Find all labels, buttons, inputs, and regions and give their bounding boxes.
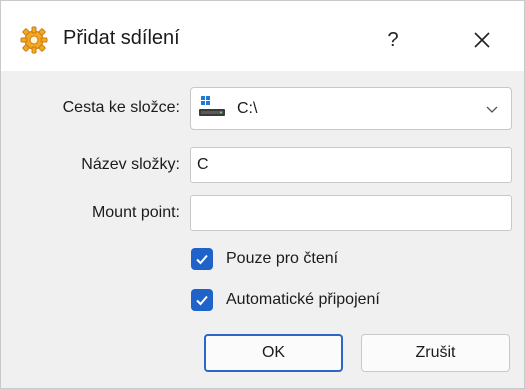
gear-share-icon: [19, 25, 49, 55]
cancel-button[interactable]: Zrušit: [361, 334, 510, 372]
folder-path-label: Cesta ke složce:: [62, 99, 180, 116]
close-button[interactable]: [457, 23, 507, 57]
mount-point-label: Mount point:: [91, 204, 180, 221]
chevron-down-icon[interactable]: [485, 102, 499, 116]
window-title: Přidat sdílení: [63, 27, 180, 49]
close-icon: [474, 32, 490, 48]
readonly-label[interactable]: Pouze pro čtení: [226, 250, 338, 268]
readonly-checkbox[interactable]: [191, 248, 213, 270]
mount-point-field[interactable]: [190, 195, 512, 231]
automount-label[interactable]: Automatické připojení: [226, 291, 380, 309]
add-share-dialog: Přidat sdílení ? Cesta ke složce: C:\ Ná…: [0, 0, 525, 389]
automount-checkbox[interactable]: [191, 289, 213, 311]
help-button[interactable]: ?: [373, 23, 413, 57]
drive-icon: [199, 96, 229, 118]
checkmark-icon: [196, 254, 208, 265]
checkmark-icon: [196, 295, 208, 306]
folder-path-value: C:\: [237, 100, 258, 117]
folder-path-combobox[interactable]: C:\: [190, 87, 512, 130]
ok-button[interactable]: OK: [204, 334, 343, 372]
title-bar: Přidat sdílení ?: [1, 1, 524, 71]
folder-name-field[interactable]: [190, 147, 512, 183]
folder-name-label: Název složky:: [81, 156, 180, 173]
